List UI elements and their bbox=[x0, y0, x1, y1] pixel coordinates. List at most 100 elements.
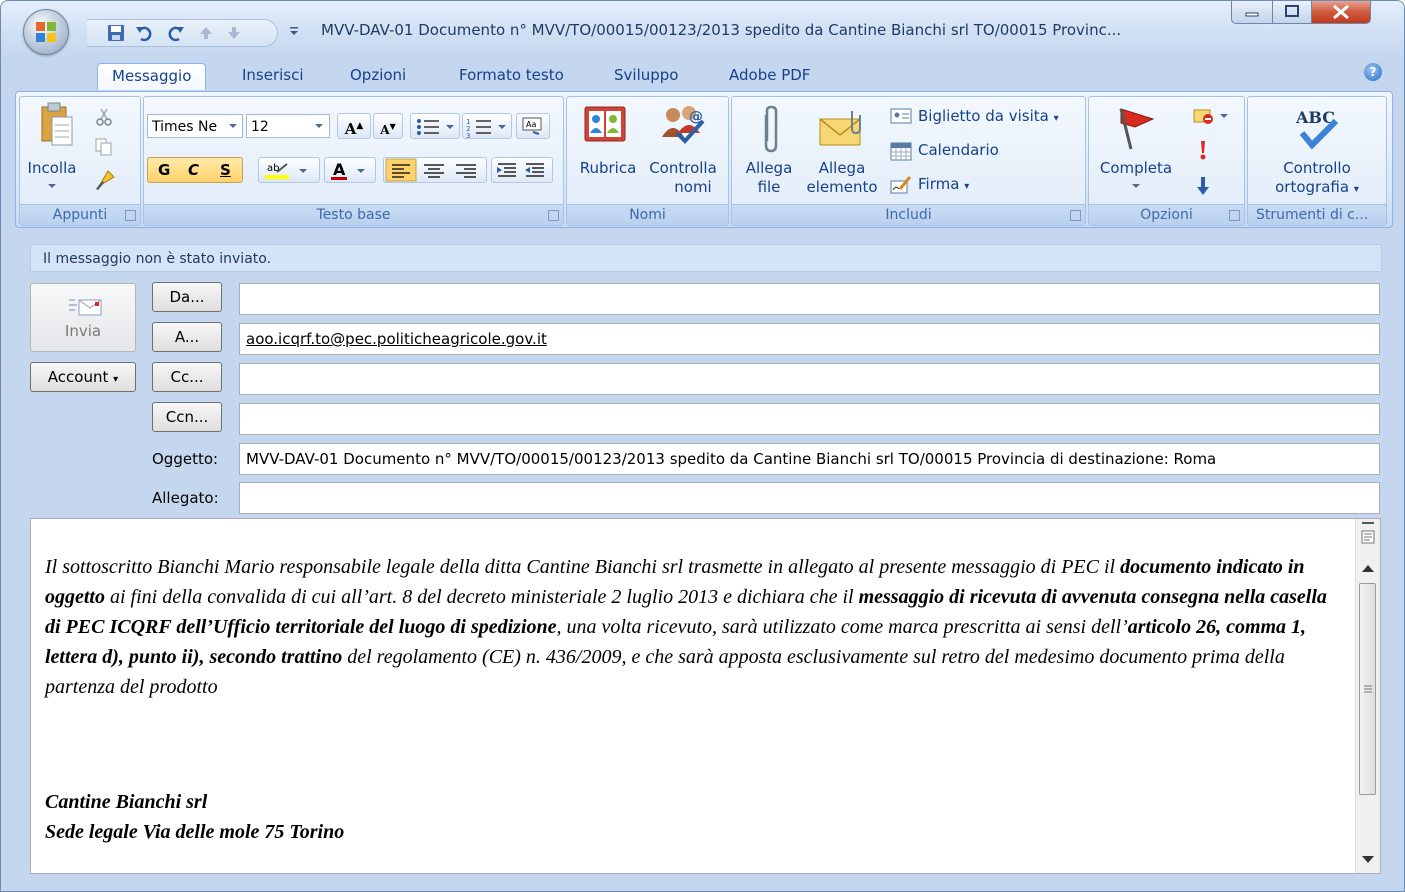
group-label-strumenti: Strumenti di c... bbox=[1248, 204, 1386, 225]
appunti-launcher-icon[interactable] bbox=[125, 210, 136, 221]
to-recipient[interactable]: aoo.icqrf.to@pec.politicheagricole.gov.i… bbox=[246, 330, 547, 348]
minimize-button[interactable] bbox=[1231, 1, 1273, 24]
tab-adobe-pdf[interactable]: Adobe PDF bbox=[729, 63, 810, 89]
tab-opzioni[interactable]: Opzioni bbox=[350, 63, 406, 89]
numbering-button[interactable]: 123 bbox=[462, 113, 512, 140]
customize-toolbar-icon[interactable] bbox=[288, 25, 300, 37]
font-color-button[interactable]: A bbox=[324, 157, 376, 183]
send-label: Invia bbox=[64, 322, 102, 340]
permission-icon[interactable] bbox=[1193, 107, 1215, 125]
follow-up-flag-icon bbox=[1119, 108, 1155, 150]
attach-file-button[interactable]: Allega file bbox=[738, 159, 800, 197]
business-card-button[interactable]: Biglietto da visita ▾ bbox=[918, 107, 1059, 125]
subject-field[interactable]: MVV-DAV-01 Documento n° MVV/TO/00015/001… bbox=[239, 443, 1380, 475]
tab-formato-testo[interactable]: Formato testo bbox=[459, 63, 564, 89]
save-icon[interactable] bbox=[107, 24, 125, 42]
font-color-icon: A bbox=[331, 160, 365, 180]
includi-launcher-icon[interactable] bbox=[1070, 210, 1081, 221]
cc-button[interactable]: Cc... bbox=[152, 362, 222, 392]
body-text: Il sottoscritto Bianchi Mario responsabi… bbox=[45, 556, 1327, 698]
vertical-scrollbar[interactable] bbox=[1355, 519, 1380, 873]
bold-button[interactable]: G bbox=[158, 158, 170, 182]
to-field[interactable]: aoo.icqrf.to@pec.politicheagricole.gov.i… bbox=[239, 323, 1380, 355]
paste-icon bbox=[41, 102, 73, 146]
undo-icon[interactable] bbox=[135, 24, 153, 42]
copy-icon[interactable] bbox=[94, 137, 114, 157]
ruler-toggle-icon[interactable] bbox=[1360, 521, 1376, 549]
attach-file-icon bbox=[764, 105, 778, 153]
address-book-button[interactable]: Rubrica bbox=[571, 159, 645, 178]
follow-up-dropdown-icon[interactable] bbox=[1131, 183, 1141, 189]
redo-icon[interactable] bbox=[167, 24, 185, 42]
shrink-font-button[interactable]: A▼ bbox=[373, 113, 403, 139]
styles-button[interactable]: Aa bbox=[516, 113, 550, 139]
italic-button[interactable]: C bbox=[188, 158, 199, 182]
bcc-field[interactable] bbox=[239, 403, 1380, 435]
to-button[interactable]: A... bbox=[152, 322, 222, 352]
info-bar: Il messaggio non è stato inviato. bbox=[30, 244, 1382, 272]
highlight-button[interactable]: ab bbox=[258, 157, 320, 183]
bcc-button[interactable]: Ccn... bbox=[152, 402, 222, 432]
send-button[interactable]: Invia bbox=[30, 283, 136, 352]
grow-font-button[interactable]: A▲ bbox=[337, 113, 371, 139]
svg-text:A: A bbox=[333, 160, 346, 179]
calendar-icon bbox=[890, 142, 912, 161]
underline-button[interactable]: S bbox=[220, 158, 231, 182]
numbering-icon: 123 bbox=[466, 118, 506, 140]
tab-messaggio[interactable]: Messaggio bbox=[97, 63, 207, 90]
calendar-button[interactable]: Calendario bbox=[918, 141, 999, 159]
cut-icon[interactable] bbox=[94, 107, 114, 127]
office-logo-icon bbox=[36, 22, 56, 42]
testo-base-launcher-icon[interactable] bbox=[548, 210, 559, 221]
bullets-icon bbox=[417, 119, 454, 135]
maximize-button[interactable] bbox=[1272, 1, 1312, 24]
close-button[interactable] bbox=[1311, 1, 1371, 24]
opzioni-launcher-icon[interactable] bbox=[1229, 210, 1240, 221]
follow-up-button[interactable]: Completa bbox=[1093, 159, 1179, 178]
from-field[interactable] bbox=[239, 283, 1380, 315]
office-button[interactable] bbox=[23, 9, 69, 55]
attach-item-icon bbox=[819, 111, 861, 146]
minimize-icon bbox=[1245, 12, 1259, 17]
spelling-icon: ABC bbox=[1295, 108, 1339, 150]
scroll-up-icon[interactable] bbox=[1361, 563, 1375, 573]
group-appunti: Incolla Appunti bbox=[19, 96, 141, 226]
quick-access-toolbar bbox=[87, 19, 278, 47]
account-button[interactable]: Account ▾ bbox=[30, 362, 136, 392]
paste-dropdown-icon[interactable] bbox=[47, 183, 57, 189]
format-painter-icon[interactable] bbox=[94, 169, 116, 191]
tab-inserisci[interactable]: Inserisci bbox=[242, 63, 304, 89]
highlight-icon: ab bbox=[265, 163, 307, 179]
address-book-icon bbox=[584, 106, 626, 142]
attach-item-button[interactable]: Allega elemento bbox=[802, 159, 882, 197]
tab-sviluppo[interactable]: Sviluppo bbox=[614, 63, 678, 89]
font-name-dropdown-icon bbox=[229, 124, 237, 128]
paste-button[interactable]: Incolla bbox=[24, 159, 80, 178]
maximize-icon bbox=[1285, 5, 1299, 17]
low-importance-icon[interactable] bbox=[1195, 175, 1211, 197]
message-body[interactable]: Il sottoscritto Bianchi Mario responsabi… bbox=[30, 518, 1381, 874]
font-size-dropdown-icon bbox=[315, 124, 323, 128]
scroll-thumb[interactable] bbox=[1359, 583, 1376, 795]
group-opzioni: Completa Opzioni bbox=[1088, 96, 1245, 226]
previous-item-icon[interactable] bbox=[197, 24, 215, 42]
next-item-icon[interactable] bbox=[225, 24, 243, 42]
indent-icons bbox=[497, 163, 544, 177]
align-buttons bbox=[383, 157, 487, 183]
spelling-button[interactable]: Controllo ortografia ▾ bbox=[1252, 159, 1382, 199]
help-icon[interactable]: ? bbox=[1364, 63, 1382, 81]
permission-dropdown-icon[interactable] bbox=[1219, 113, 1229, 119]
cc-field[interactable] bbox=[239, 363, 1380, 395]
check-names-button[interactable]: Controlla nomi bbox=[645, 159, 721, 197]
high-importance-icon[interactable] bbox=[1197, 139, 1209, 161]
grip-icon bbox=[1364, 685, 1372, 693]
group-nomi: Rubrica @ Controlla nomi Nomi bbox=[566, 96, 729, 226]
attachment-field[interactable] bbox=[239, 482, 1380, 514]
group-label-nomi: Nomi bbox=[567, 204, 728, 225]
from-button[interactable]: Da... bbox=[152, 282, 222, 312]
group-label-opzioni: Opzioni bbox=[1089, 204, 1244, 225]
svg-text:3: 3 bbox=[466, 132, 470, 138]
bullets-button[interactable] bbox=[410, 113, 460, 139]
signature-button[interactable]: Firma ▾ bbox=[918, 175, 969, 193]
scroll-down-icon[interactable] bbox=[1361, 855, 1375, 865]
